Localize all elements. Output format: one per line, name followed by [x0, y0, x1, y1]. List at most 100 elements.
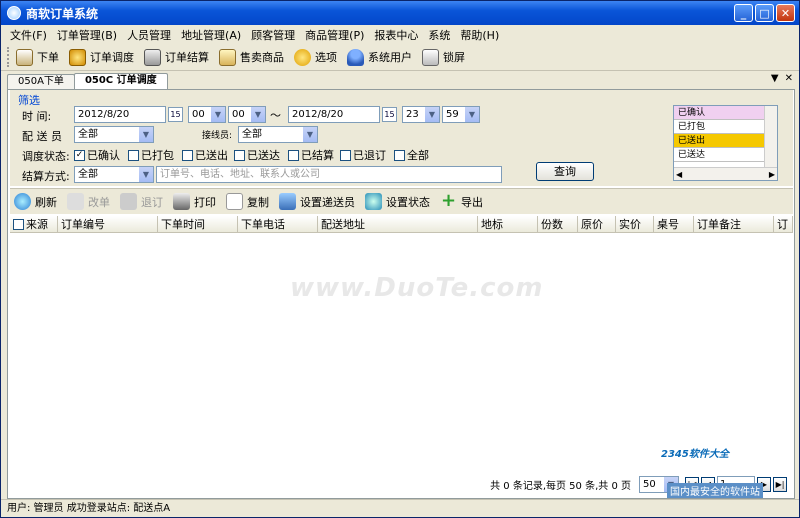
- order-grid[interactable]: www.DuoTe.com: [10, 233, 793, 469]
- col-table-no[interactable]: 桌号: [654, 216, 694, 233]
- select-all-checkbox[interactable]: [13, 219, 24, 230]
- status-list-item[interactable]: 已打包: [674, 120, 764, 134]
- agent-select[interactable]: 全部: [238, 126, 318, 143]
- payment-select[interactable]: 全部: [74, 166, 154, 183]
- cancel-order-button[interactable]: 退订: [120, 193, 163, 210]
- menu-staff[interactable]: 人员管理: [122, 27, 176, 43]
- col-qty[interactable]: 份数: [538, 216, 578, 233]
- options-button[interactable]: 选项: [294, 48, 337, 66]
- copy-button[interactable]: 复制: [226, 193, 269, 210]
- settle-button[interactable]: 订单结算: [144, 48, 209, 66]
- col-source-label: 来源: [26, 218, 48, 231]
- export-button[interactable]: + 导出: [440, 190, 483, 211]
- status-settled-checkbox[interactable]: 已结算: [288, 147, 334, 163]
- courier-select[interactable]: 全部: [74, 126, 154, 143]
- agent-label: 接线员:: [202, 131, 233, 141]
- status-list-item[interactable]: 已送出: [674, 134, 764, 148]
- order-label: 下单: [37, 51, 59, 64]
- status-packed-checkbox[interactable]: 已打包: [128, 147, 174, 163]
- app-icon: [7, 6, 21, 20]
- status-list-item[interactable]: 已确认: [674, 106, 764, 120]
- trash-icon: [120, 193, 137, 210]
- plus-icon: +: [440, 190, 457, 211]
- col-landmark[interactable]: 地标: [478, 216, 538, 233]
- refresh-button[interactable]: 刷新: [14, 193, 57, 210]
- lock-button[interactable]: 锁屏: [422, 48, 465, 66]
- minute-to-select[interactable]: 59: [442, 106, 480, 123]
- dispatch-button[interactable]: 订单调度: [69, 48, 134, 66]
- calendar-icon[interactable]: 15: [168, 107, 183, 122]
- checkbox-box: ✓: [74, 149, 85, 161]
- checkbox-label: 全部: [407, 149, 429, 162]
- clipboard-icon: [219, 48, 236, 66]
- menu-system[interactable]: 系统: [423, 27, 455, 43]
- status-all-checkbox[interactable]: 全部: [394, 147, 429, 163]
- minute-from-select[interactable]: 00: [228, 106, 266, 123]
- set-status-button[interactable]: 设置状态: [365, 193, 430, 210]
- col-order-phone[interactable]: 下单电话: [238, 216, 318, 233]
- menu-bar: 文件(F) 订单管理(B) 人员管理 地址管理(A) 顾客管理 商品管理(P) …: [1, 25, 799, 44]
- dispatch-icon: [69, 48, 86, 66]
- date-to-input[interactable]: 2012/8/20: [288, 106, 380, 123]
- col-actual-price[interactable]: 实价: [616, 216, 654, 233]
- brand-tagline: 国内最安全的软件站: [667, 483, 763, 498]
- menu-products[interactable]: 商品管理(P): [300, 27, 369, 43]
- scroll-right-icon[interactable]: ▶: [769, 170, 775, 179]
- menu-customers[interactable]: 顾客管理: [246, 27, 300, 43]
- edit-order-button[interactable]: 改单: [67, 193, 110, 210]
- menu-help[interactable]: 帮助(H): [455, 27, 504, 43]
- maximize-button[interactable]: □: [755, 4, 774, 22]
- checkbox-box: [394, 149, 405, 161]
- col-source[interactable]: 来源: [10, 216, 58, 233]
- last-page-icon[interactable]: ▶|: [773, 476, 787, 492]
- date-from-input[interactable]: 2012/8/20: [74, 106, 166, 123]
- minimize-button[interactable]: _: [734, 4, 753, 22]
- close-button[interactable]: ✕: [776, 4, 795, 22]
- menu-orders[interactable]: 订单管理(B): [52, 27, 122, 43]
- tab-050a[interactable]: 050A下单: [7, 74, 75, 89]
- payment-label: 结算方式:: [22, 170, 70, 183]
- col-extra[interactable]: 订: [774, 216, 793, 233]
- col-original-price[interactable]: 原价: [578, 216, 616, 233]
- status-list-hscroll[interactable]: ◀ ▶: [674, 167, 777, 180]
- menu-reports[interactable]: 报表中心: [369, 27, 423, 43]
- hour-to-select[interactable]: 23: [402, 106, 440, 123]
- tab-close-icon[interactable]: ✕: [785, 73, 793, 84]
- status-delivered-checkbox[interactable]: 已送达: [234, 147, 280, 163]
- hour-from-select[interactable]: 00: [188, 106, 226, 123]
- order-button[interactable]: 下单: [16, 48, 59, 66]
- col-note[interactable]: 订单备注: [694, 216, 774, 233]
- calendar-icon[interactable]: 15: [382, 107, 397, 122]
- lock-icon: [422, 48, 439, 66]
- status-confirmed-checkbox[interactable]: ✓ 已确认: [74, 147, 120, 163]
- checkbox-box: [128, 149, 139, 161]
- tab-050c[interactable]: 050C 订单调度: [73, 73, 168, 89]
- menu-file[interactable]: 文件(F): [5, 27, 52, 43]
- grid-toolbar: 刷新 改单 退订 打印 复制 设置递送员 设置状态 + 导出: [10, 188, 793, 214]
- print-button[interactable]: 打印: [173, 193, 216, 210]
- sysuser-button[interactable]: 系统用户: [347, 48, 412, 66]
- status-list: 已确认 已打包 已送出 已送达 ◀ ▶: [673, 105, 778, 181]
- status-icon: [365, 193, 382, 210]
- status-list-item[interactable]: 已送达: [674, 148, 764, 162]
- status-list-vscroll[interactable]: [764, 106, 777, 167]
- checkbox-label: 已结算: [301, 149, 334, 162]
- search-input[interactable]: 订单号、电话、地址、联系人或公司: [156, 166, 502, 183]
- time-label: 时 间:: [22, 110, 52, 123]
- courier-label: 配 送 员: [22, 130, 62, 143]
- col-address[interactable]: 配送地址: [318, 216, 478, 233]
- query-button[interactable]: 查询: [536, 162, 594, 181]
- status-sent-checkbox[interactable]: 已送出: [182, 147, 228, 163]
- tab-menu-icon[interactable]: ▼: [771, 73, 779, 84]
- calculator-icon: [144, 48, 161, 66]
- col-order-time[interactable]: 下单时间: [158, 216, 238, 233]
- sell-button[interactable]: 售卖商品: [219, 48, 284, 66]
- status-cancelled-checkbox[interactable]: 已退订: [340, 147, 386, 163]
- toolbar-grip[interactable]: [7, 47, 10, 67]
- set-courier-button[interactable]: 设置递送员: [279, 193, 355, 210]
- menu-address[interactable]: 地址管理(A): [176, 27, 246, 43]
- col-order-id[interactable]: 订单编号: [58, 216, 158, 233]
- tab-strip: 050A下单 050C 订单调度: [7, 73, 795, 89]
- scroll-left-icon[interactable]: ◀: [676, 170, 682, 179]
- checkbox-label: 已送达: [247, 149, 280, 162]
